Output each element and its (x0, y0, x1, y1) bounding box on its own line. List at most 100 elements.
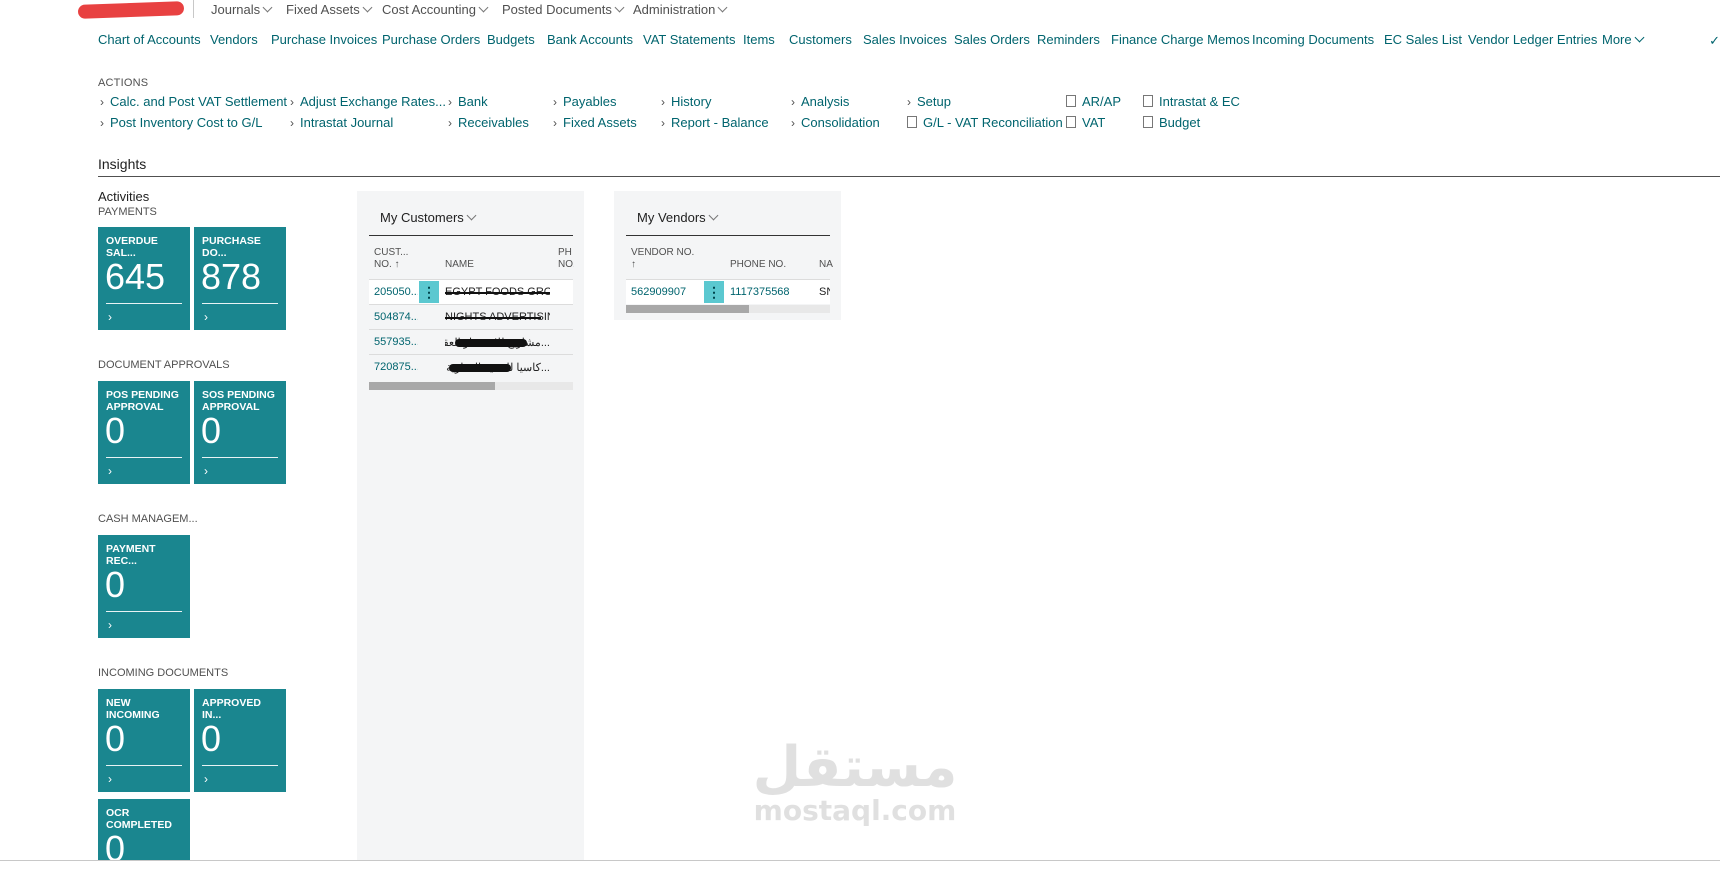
more-options-icon[interactable]: ⋮ (419, 281, 439, 303)
col-vendor-no[interactable]: VENDOR NO. ↑ (631, 247, 694, 271)
menu-administration[interactable]: Administration (633, 2, 728, 17)
nav-vendors[interactable]: Vendors (210, 32, 258, 47)
tile-purchase-docs-due-today[interactable]: PURCHASE DO... DUE TODAY 878 › (194, 227, 286, 330)
nav-bank-accounts[interactable]: Bank Accounts (547, 32, 633, 47)
action-label: Budget (1159, 115, 1201, 130)
horizontal-scrollbar[interactable] (626, 305, 830, 313)
chevron-right-icon: › (290, 95, 294, 109)
col-phone-no[interactable]: PHONE NO. (730, 259, 786, 271)
nav-purchase-orders[interactable]: Purchase Orders (382, 32, 480, 47)
insights-title[interactable]: Insights (98, 156, 146, 172)
vendor-name-cell: SN (819, 286, 830, 298)
report-icon (1143, 95, 1153, 107)
chevron-right-icon: › (204, 310, 208, 324)
nav-reminders[interactable]: Reminders (1037, 32, 1100, 47)
nav-sales-orders[interactable]: Sales Orders (954, 32, 1030, 47)
nav-customers[interactable]: Customers (789, 32, 852, 47)
action-vat[interactable]: VAT (1066, 115, 1105, 130)
nav-vendor-ledger-entries[interactable]: Vendor Ledger Entries (1468, 32, 1597, 47)
my-customers-title[interactable]: My Customers (380, 210, 477, 225)
action-consolidation[interactable]: › Consolidation (791, 115, 880, 130)
action-receivables[interactable]: › Receivables (448, 115, 529, 130)
table-row[interactable]: 562909907 ⋮ 1117375568 SN (626, 279, 830, 304)
menu-label: Journals (211, 2, 261, 17)
menu-fixed-assets[interactable]: Fixed Assets (286, 2, 373, 17)
action-fixed-assets[interactable]: › Fixed Assets (553, 115, 637, 130)
nav-more[interactable]: More (1602, 32, 1645, 47)
action-gl-vat-reconciliation[interactable]: G/L - VAT Reconciliation (907, 115, 1063, 130)
check-icon[interactable]: ✓ (1709, 33, 1720, 49)
more-options-icon[interactable]: ⋮ (704, 281, 724, 303)
tile-divider (202, 765, 278, 766)
nav-ec-sales-list[interactable]: EC Sales List (1384, 32, 1462, 47)
menu-cost-accounting[interactable]: Cost Accounting (382, 2, 489, 17)
nav-purchase-invoices[interactable]: Purchase Invoices (271, 32, 377, 47)
chevron-right-icon: › (553, 95, 557, 109)
action-label: Calc. and Post VAT Settlement (110, 94, 288, 109)
col-customer-no[interactable]: CUST... NO. ↑ (374, 247, 408, 271)
chevron-right-icon: › (108, 772, 112, 786)
chevron-right-icon: › (791, 116, 795, 130)
action-report-balance[interactable]: › Report - Balance (661, 115, 769, 130)
tile-overdue-sales-documents[interactable]: OVERDUE SAL... DOCUMENTS 645 › (98, 227, 190, 330)
scrollbar-thumb[interactable] (626, 305, 749, 313)
chevron-down-icon (708, 210, 719, 221)
vendor-no-cell[interactable]: 562909907 (631, 286, 701, 298)
customer-no-cell[interactable]: 504874... (374, 311, 418, 323)
menu-journals[interactable]: Journals (211, 2, 273, 17)
nav-finance-charge-memos[interactable]: Finance Charge Memos (1111, 32, 1250, 47)
action-intrastat-journal[interactable]: › Intrastat Journal (290, 115, 393, 130)
action-history[interactable]: › History (661, 94, 711, 109)
action-label: Post Inventory Cost to G/L (110, 115, 263, 130)
action-adjust-exchange-rates[interactable]: › Adjust Exchange Rates... (290, 94, 446, 109)
tile-pos-pending-approval[interactable]: POS PENDING APPROVAL 0 › (98, 381, 190, 484)
my-vendors-title[interactable]: My Vendors (637, 210, 719, 225)
col-vendor-name[interactable]: NA (819, 259, 833, 271)
table-row[interactable]: 557935... ...مشاريع للاستثمار العقاري (369, 329, 573, 354)
nav-incoming-documents[interactable]: Incoming Documents (1252, 32, 1374, 47)
customer-no-cell[interactable]: 205050... (374, 286, 418, 298)
action-calc-post-vat[interactable]: › Calc. and Post VAT Settlement (100, 94, 287, 109)
nav-chart-of-accounts[interactable]: Chart of Accounts (98, 32, 201, 47)
menu-posted-documents[interactable]: Posted Documents (502, 2, 625, 17)
action-payables[interactable]: › Payables (553, 94, 616, 109)
tile-payment-rec-journals[interactable]: PAYMENT REC... JOURNALS 0 › (98, 535, 190, 638)
action-label: History (671, 94, 712, 109)
col-phone-no[interactable]: PH NO. (558, 247, 574, 271)
customer-no-cell[interactable]: 720875... (374, 361, 418, 373)
redaction-mark (455, 339, 527, 347)
group-payments-label: PAYMENTS (98, 206, 157, 218)
vendor-phone-cell[interactable]: 1117375568 (730, 286, 810, 298)
chevron-right-icon: › (290, 116, 294, 130)
action-post-inventory-cost[interactable]: › Post Inventory Cost to G/L (100, 115, 262, 130)
horizontal-scrollbar[interactable] (369, 382, 573, 390)
tile-new-incoming-documents[interactable]: NEW INCOMING DOCUMENTS 0 › (98, 689, 190, 792)
tile-divider (202, 457, 278, 458)
chevron-down-icon (466, 210, 477, 221)
nav-items[interactable]: Items (743, 32, 775, 47)
col-name[interactable]: NAME (445, 259, 474, 271)
scrollbar-thumb[interactable] (369, 382, 495, 390)
table-row[interactable]: 504874... NIGHTS ADVERTISIN... (369, 304, 573, 329)
table-row[interactable]: 205050... ⋮ EGYPT FOODS GROUP (369, 279, 573, 304)
action-analysis[interactable]: › Analysis (791, 94, 849, 109)
tile-ocr-completed[interactable]: OCR COMPLETED 0 (98, 799, 190, 869)
action-intrastat-ec[interactable]: Intrastat & EC (1143, 94, 1240, 109)
tile-sos-pending-approval[interactable]: SOS PENDING APPROVAL 0 › (194, 381, 286, 484)
nav-sales-invoices[interactable]: Sales Invoices (863, 32, 947, 47)
table-row[interactable]: 720875... ...كاسيا للتنمية العقارية (369, 354, 573, 379)
customer-no-cell[interactable]: 557935... (374, 336, 418, 348)
action-setup[interactable]: › Setup (907, 94, 951, 109)
tile-divider (106, 611, 182, 612)
tile-divider (106, 765, 182, 766)
action-ar-ap[interactable]: AR/AP (1066, 94, 1121, 109)
action-budget[interactable]: Budget (1143, 115, 1200, 130)
chevron-right-icon: › (448, 95, 452, 109)
action-bank[interactable]: › Bank (448, 94, 488, 109)
tile-approved-incoming-documents[interactable]: APPROVED IN... DOCUMENTS 0 › (194, 689, 286, 792)
my-vendors-panel: My Vendors VENDOR NO. ↑ PHONE NO. NA 562… (614, 191, 841, 320)
nav-vat-statements[interactable]: VAT Statements (643, 32, 736, 47)
action-label: VAT (1082, 115, 1106, 130)
action-label: Report - Balance (671, 115, 769, 130)
nav-budgets[interactable]: Budgets (487, 32, 535, 47)
